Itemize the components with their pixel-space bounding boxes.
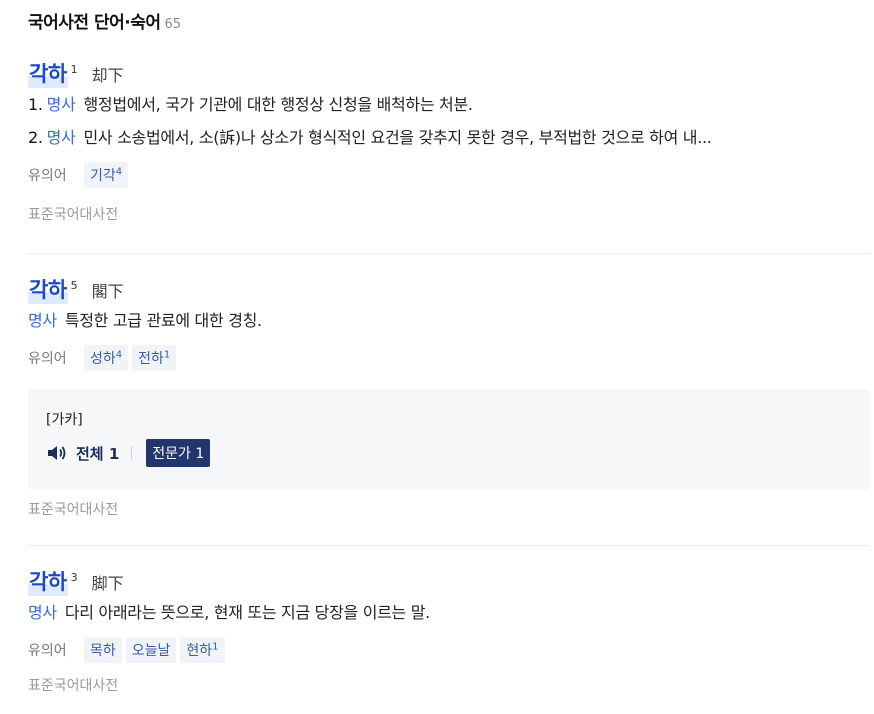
expert-media-button[interactable]: 전문가 1 (146, 439, 211, 467)
separator (131, 446, 133, 460)
speaker-icon[interactable] (46, 443, 68, 463)
synonym-row: 유의어 목하 오늘날 현하1 (28, 633, 870, 667)
homograph-number: 1 (70, 63, 78, 76)
synonym-word: 목하 (90, 643, 116, 659)
synonym-homograph: 1 (212, 641, 219, 653)
entry-1: 각하 1 却下 1. 명사 행정법에서, 국가 기관에 대한 행정상 신청을 배척하… (28, 58, 870, 224)
sense-text: 특정한 고급 관료에 대한 경칭. (64, 311, 262, 330)
homograph-number: 5 (70, 279, 78, 292)
synonym-word: 성하 (90, 351, 116, 367)
synonym-tag[interactable]: 전하1 (132, 345, 177, 371)
section-title[interactable]: 국어사전 단어·숙어 (28, 8, 161, 33)
headword-line: 각하 5 閣下 (28, 274, 870, 304)
synonym-word: 오늘날 (131, 643, 171, 659)
headword-link[interactable]: 각하 (28, 58, 68, 88)
dictionary-source[interactable]: 표준국어대사전 (28, 499, 118, 519)
media-title: [가카] (46, 412, 83, 428)
result-count: 65 (164, 17, 182, 32)
synonym-homograph: 4 (115, 349, 123, 361)
synonym-tag[interactable]: 성하4 (84, 345, 129, 371)
divider (28, 253, 870, 254)
dictionary-source[interactable]: 표준국어대사전 (28, 675, 870, 695)
part-of-speech: 명사 (46, 128, 76, 147)
sense-text: 민사 소송법에서, 소(訴)나 상소가 형식적인 요건을 갖추지 못한 경우, … (83, 128, 712, 147)
hanja: 却下 (91, 66, 124, 85)
headword-line: 각하 1 却下 (28, 58, 870, 88)
dictionary-source[interactable]: 표준국어대사전 (28, 204, 870, 224)
homograph-number: 3 (70, 571, 78, 584)
synonym-tag[interactable]: 목하 (84, 637, 122, 663)
sense-2: 2. 명사 민사 소송법에서, 소(訴)나 상소가 형식적인 요건을 갖추지 못한 … (28, 121, 870, 154)
part-of-speech: 명사 (46, 95, 76, 114)
sense-text: 행정법에서, 국가 기관에 대한 행정상 신청을 배척하는 처분. (83, 95, 473, 114)
section-header: 국어사전 단어·숙어 65 (28, 8, 181, 33)
entry-2: 각하 5 閣下 명사 특정한 고급 관료에 대한 경칭. 유의어 성하4 전하1 (28, 274, 870, 375)
synonym-tag[interactable]: 기각4 (84, 162, 129, 188)
synonym-tag[interactable]: 현하1 (180, 637, 225, 663)
media-controls: 전체 1 전문가 1 (46, 439, 211, 467)
synonym-word: 기각 (90, 168, 116, 184)
synonym-label: 유의어 (28, 168, 67, 184)
sense-number: 2. (28, 128, 43, 147)
synonym-row: 유의어 기각4 (28, 158, 870, 192)
synonym-label: 유의어 (28, 643, 67, 659)
all-media-button[interactable]: 전체 1 (76, 443, 119, 464)
synonym-word: 전하 (138, 351, 164, 367)
pronunciation-media-box: [가카] 전체 1 전문가 1 (28, 389, 870, 490)
divider (28, 545, 870, 546)
headword-link[interactable]: 각하 (28, 274, 68, 304)
synonym-row: 유의어 성하4 전하1 (28, 341, 870, 375)
sense-number: 1. (28, 95, 43, 114)
entry-3: 각하 3 脚下 명사 다리 아래라는 뜻으로, 현재 또는 지금 당장을 이르는 … (28, 566, 870, 695)
synonym-tag[interactable]: 오늘날 (125, 637, 177, 663)
sense-1: 명사 다리 아래라는 뜻으로, 현재 또는 지금 당장을 이르는 말. (28, 596, 870, 629)
synonym-homograph: 4 (115, 166, 123, 178)
dictionary-results: 국어사전 단어·숙어 65 각하 1 却下 1. 명사 행정법에서, 국가 기관에 … (0, 0, 874, 714)
hanja: 脚下 (91, 574, 124, 593)
part-of-speech: 명사 (28, 311, 57, 330)
part-of-speech: 명사 (28, 603, 57, 622)
synonym-word: 현하 (186, 643, 213, 659)
synonym-label: 유의어 (28, 351, 67, 367)
sense-text: 다리 아래라는 뜻으로, 현재 또는 지금 당장을 이르는 말. (64, 603, 430, 622)
headword-link[interactable]: 각하 (28, 566, 68, 596)
sense-1: 명사 특정한 고급 관료에 대한 경칭. (28, 304, 870, 337)
synonym-homograph: 1 (163, 349, 171, 361)
headword-line: 각하 3 脚下 (28, 566, 870, 596)
hanja: 閣下 (91, 282, 124, 301)
sense-1: 1. 명사 행정법에서, 국가 기관에 대한 행정상 신청을 배척하는 처분. (28, 88, 870, 121)
